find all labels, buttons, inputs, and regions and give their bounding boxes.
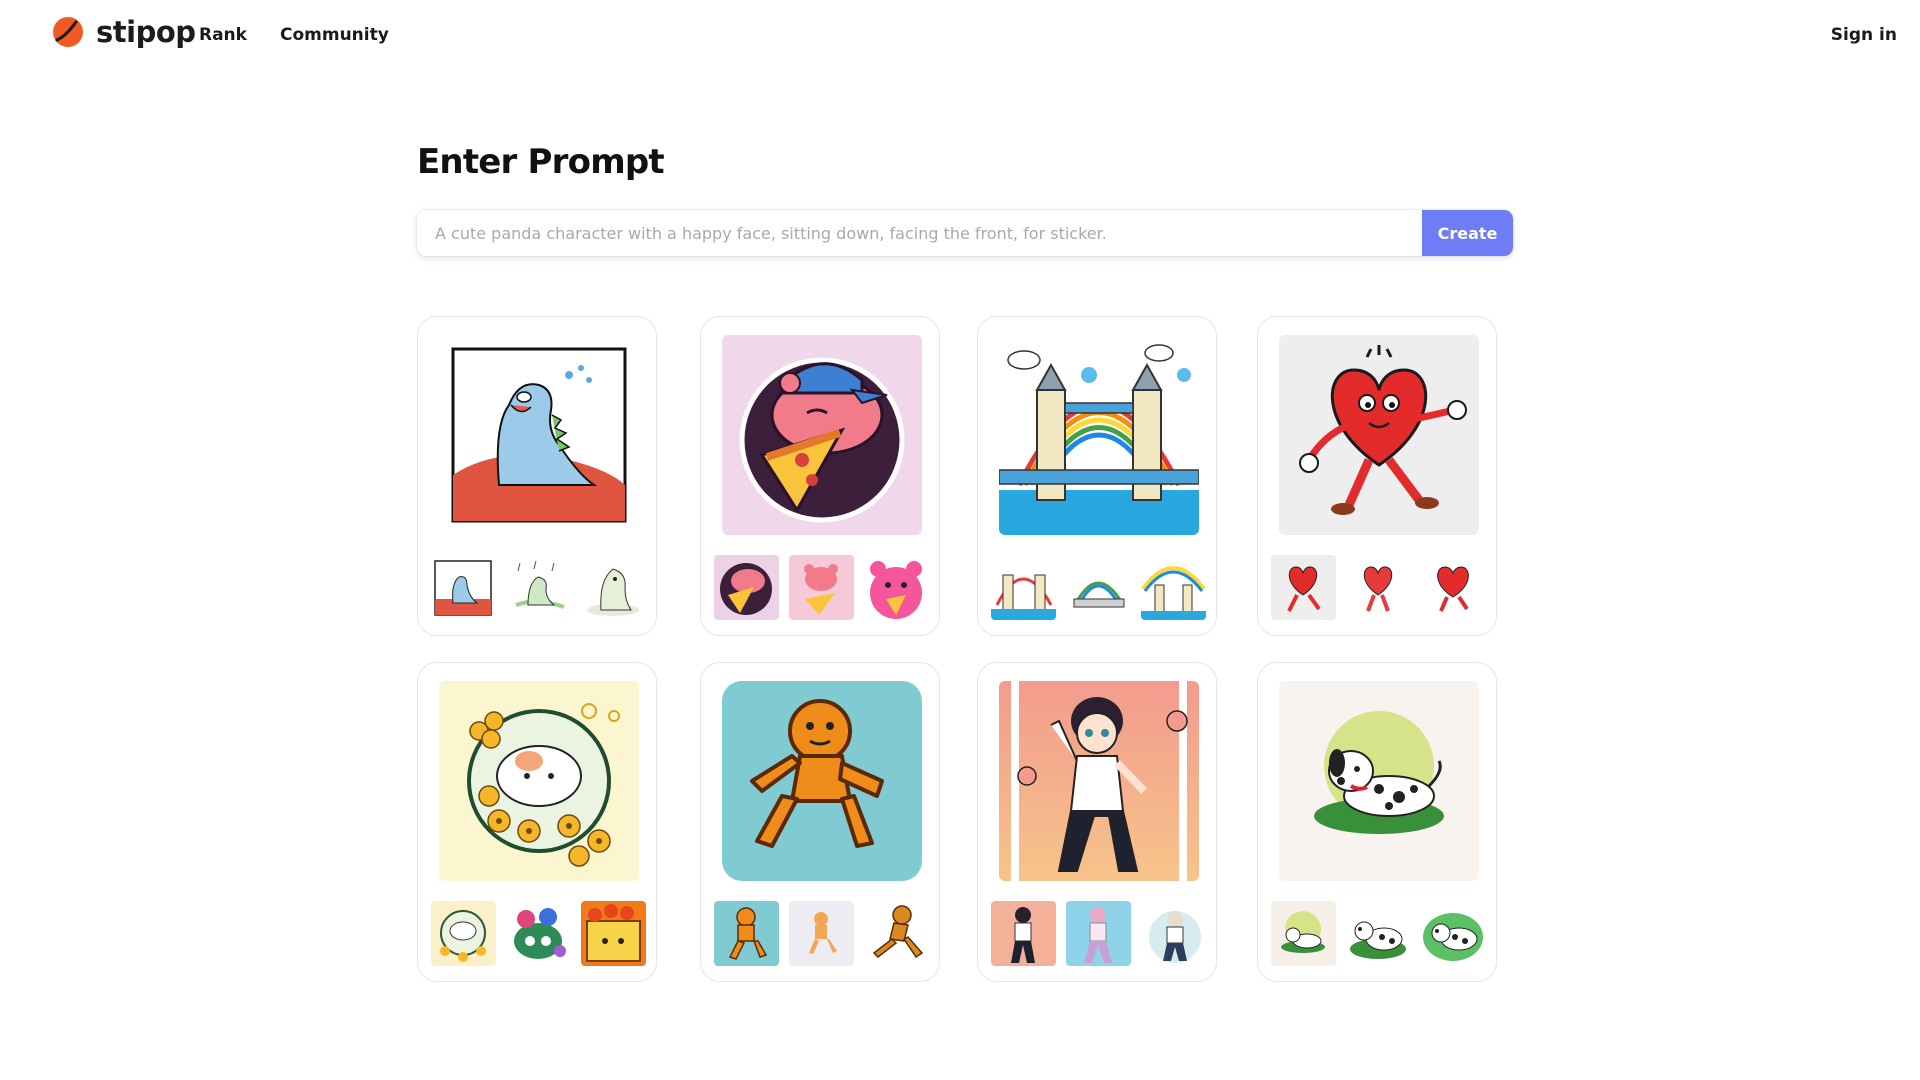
sticker-variation-thumbnail[interactable] <box>789 555 854 620</box>
bear-pizza-sticker-thumbnail <box>714 555 779 620</box>
sticker-variation-thumbnail[interactable] <box>1141 555 1206 620</box>
hamster-flowers-sticker-image <box>439 681 639 881</box>
sticker-preview-image[interactable] <box>999 681 1199 881</box>
dancing-boy-sticker-image <box>999 681 1199 881</box>
sticker-variation-thumbnail[interactable] <box>506 555 571 620</box>
sign-in-link[interactable]: Sign in <box>1831 25 1897 45</box>
hamster-flowers-sticker-thumbnail <box>581 901 646 966</box>
tower-bridge-sticker-thumbnail <box>1066 555 1131 620</box>
sticker-variation-thumbnail[interactable] <box>864 555 929 620</box>
dinosaur-sticker-image <box>439 335 639 535</box>
dalmatian-sticker-thumbnail <box>1346 901 1411 966</box>
nav-community-link[interactable]: Community <box>280 25 389 45</box>
tower-bridge-sticker-thumbnail <box>1141 555 1206 620</box>
bear-pizza-sticker-thumbnail <box>864 555 929 620</box>
sticker-card-bear-pizza[interactable] <box>700 316 940 636</box>
sticker-variation-thumbnail[interactable] <box>714 555 779 620</box>
sticker-variations <box>991 901 1206 967</box>
nav-rank-link[interactable]: Rank <box>199 25 247 45</box>
sticker-variation-thumbnail[interactable] <box>1271 901 1336 966</box>
sticker-variations <box>431 555 646 621</box>
running-heart-sticker-thumbnail <box>1271 555 1336 620</box>
dinosaur-sticker-thumbnail <box>581 555 646 620</box>
sticker-preview-image[interactable] <box>722 681 922 881</box>
sticker-variation-thumbnail[interactable] <box>1271 555 1336 620</box>
gingerbread-sticker-thumbnail <box>789 901 854 966</box>
sticker-card-running-heart[interactable] <box>1257 316 1497 636</box>
sticker-variations <box>714 555 929 621</box>
create-button[interactable]: Create <box>1422 210 1513 256</box>
sticker-preview-image[interactable] <box>1279 335 1479 535</box>
sticker-variation-thumbnail[interactable] <box>431 555 496 620</box>
sticker-variation-thumbnail[interactable] <box>991 901 1056 966</box>
bear-pizza-sticker-thumbnail <box>789 555 854 620</box>
sticker-card-hamster-flowers[interactable] <box>417 662 657 982</box>
sticker-variation-thumbnail[interactable] <box>991 555 1056 620</box>
tower-bridge-rainbow-sticker-image <box>999 335 1199 535</box>
running-heart-sticker-thumbnail <box>1421 555 1486 620</box>
running-heart-sticker-thumbnail <box>1346 555 1411 620</box>
sticker-variations <box>431 901 646 967</box>
dalmatian-sticker-thumbnail <box>1271 901 1336 966</box>
hamster-flowers-sticker-thumbnail <box>506 901 571 966</box>
sticker-variation-thumbnail[interactable] <box>1141 901 1206 966</box>
dancing-boy-sticker-thumbnail <box>1066 901 1131 966</box>
prompt-input[interactable] <box>417 210 1422 256</box>
sticker-card-dinosaur[interactable] <box>417 316 657 636</box>
gingerbread-sticker-thumbnail <box>864 901 929 966</box>
stipop-logo[interactable]: stipop <box>52 16 196 48</box>
sticker-variation-thumbnail[interactable] <box>581 555 646 620</box>
sticker-variation-thumbnail[interactable] <box>714 901 779 966</box>
sticker-preview-image[interactable] <box>999 335 1199 535</box>
sticker-card-tower-bridge[interactable] <box>977 316 1217 636</box>
sticker-variations <box>991 555 1206 621</box>
prompt-bar: Create <box>417 210 1513 256</box>
sticker-card-dalmatian[interactable] <box>1257 662 1497 982</box>
sticker-card-gingerbread[interactable] <box>700 662 940 982</box>
sticker-preview-image[interactable] <box>1279 681 1479 881</box>
bear-pizza-sticker-image <box>722 335 922 535</box>
gingerbread-runner-sticker-image <box>722 681 922 881</box>
sticker-variation-thumbnail[interactable] <box>789 901 854 966</box>
dancing-boy-sticker-thumbnail <box>991 901 1056 966</box>
sticker-variation-thumbnail[interactable] <box>431 901 496 966</box>
sticker-preview-image[interactable] <box>439 335 639 535</box>
dancing-boy-sticker-thumbnail <box>1141 901 1206 966</box>
sticker-preview-image[interactable] <box>722 335 922 535</box>
sticker-variation-thumbnail[interactable] <box>1066 555 1131 620</box>
stipop-logo-icon <box>53 17 83 47</box>
sticker-preview-image[interactable] <box>439 681 639 881</box>
sticker-variations <box>1271 555 1486 621</box>
dalmatian-puppy-sticker-image <box>1279 681 1479 881</box>
hamster-flowers-sticker-thumbnail <box>431 901 496 966</box>
dalmatian-sticker-thumbnail <box>1421 901 1486 966</box>
dinosaur-sticker-thumbnail <box>506 555 571 620</box>
sticker-variation-thumbnail[interactable] <box>506 901 571 966</box>
top-navigation: stipop Rank Community Sign in <box>0 0 1920 70</box>
sticker-variations <box>1271 901 1486 967</box>
page-title: Enter Prompt <box>417 142 665 182</box>
sticker-variation-thumbnail[interactable] <box>864 901 929 966</box>
tower-bridge-sticker-thumbnail <box>991 555 1056 620</box>
prompt-section: Enter Prompt Create <box>417 140 1517 256</box>
sticker-card-dancing-boy[interactable] <box>977 662 1217 982</box>
brand-name: stipop <box>96 15 196 49</box>
gingerbread-sticker-thumbnail <box>714 901 779 966</box>
dinosaur-sticker-thumbnail <box>431 555 496 620</box>
sticker-variation-thumbnail[interactable] <box>1421 901 1486 966</box>
sticker-variation-thumbnail[interactable] <box>1421 555 1486 620</box>
sticker-variations <box>714 901 929 967</box>
sticker-variation-thumbnail[interactable] <box>1066 901 1131 966</box>
sticker-variation-thumbnail[interactable] <box>1346 555 1411 620</box>
running-heart-sticker-image <box>1279 335 1479 535</box>
sticker-variation-thumbnail[interactable] <box>1346 901 1411 966</box>
sticker-variation-thumbnail[interactable] <box>581 901 646 966</box>
